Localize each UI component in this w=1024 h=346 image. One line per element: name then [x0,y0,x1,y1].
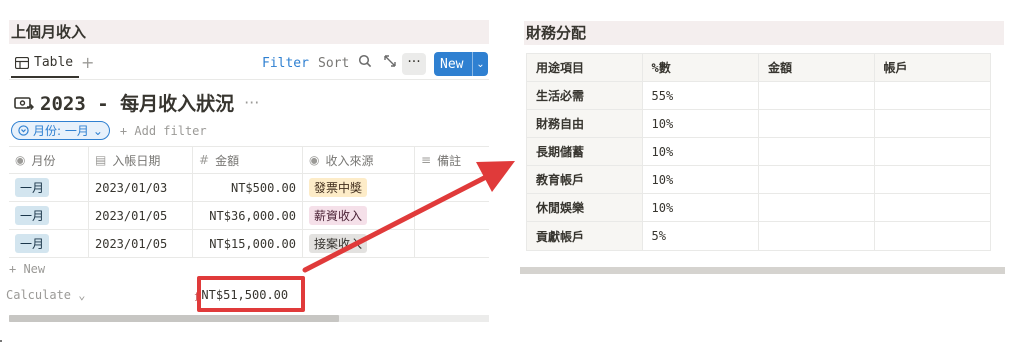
percent-cell[interactable]: 10% [643,138,759,165]
item-cell[interactable]: 教育帳戶 [527,166,643,193]
table-row[interactable]: 財務自由 10% [527,110,990,138]
account-cell[interactable] [875,166,991,193]
amount-cell[interactable] [759,194,875,221]
item-cell[interactable]: 貢獻帳戶 [527,222,643,250]
account-cell[interactable] [875,110,991,137]
percent-cell[interactable]: 10% [643,166,759,193]
table-row[interactable]: 貢獻帳戶 5% [527,222,990,250]
amount-cell[interactable] [759,82,875,109]
item-cell[interactable]: 長期儲蓄 [527,138,643,165]
item-cell[interactable]: 生活必需 [527,82,643,109]
item-cell[interactable]: 休閒娛樂 [527,194,643,221]
table-row[interactable]: 休閒娛樂 10% [527,194,990,222]
horizontal-scrollbar[interactable] [520,267,1005,274]
column-header-amount[interactable]: 金額 [759,54,875,81]
amount-cell[interactable] [759,222,875,250]
column-header-percent[interactable]: %數 [642,54,759,81]
table-row[interactable]: 生活必需 55% [527,82,990,110]
table-row[interactable]: 長期儲蓄 10% [527,138,990,166]
percent-cell[interactable]: 5% [643,222,759,250]
percent-cell[interactable]: 10% [643,194,759,221]
column-header-account[interactable]: 帳戶 [874,54,990,81]
amount-cell[interactable] [759,138,875,165]
allocation-table: 用途項目 %數 金額 帳戶 生活必需 55% 財務自由 10% 長期儲蓄 10%… [526,53,991,251]
amount-cell[interactable] [759,166,875,193]
percent-cell[interactable]: 55% [643,82,759,109]
corner-dot [0,340,2,342]
table-row[interactable]: 教育帳戶 10% [527,166,990,194]
amount-cell[interactable] [759,110,875,137]
column-header-item[interactable]: 用途項目 [527,54,643,81]
account-cell[interactable] [875,138,991,165]
section-header-financial-allocation: 財務分配 [524,21,1004,45]
account-cell[interactable] [875,222,991,250]
table-header-row: 用途項目 %數 金額 帳戶 [527,54,990,82]
item-cell[interactable]: 財務自由 [527,110,643,137]
account-cell[interactable] [875,82,991,109]
percent-cell[interactable]: 10% [643,110,759,137]
account-cell[interactable] [875,194,991,221]
